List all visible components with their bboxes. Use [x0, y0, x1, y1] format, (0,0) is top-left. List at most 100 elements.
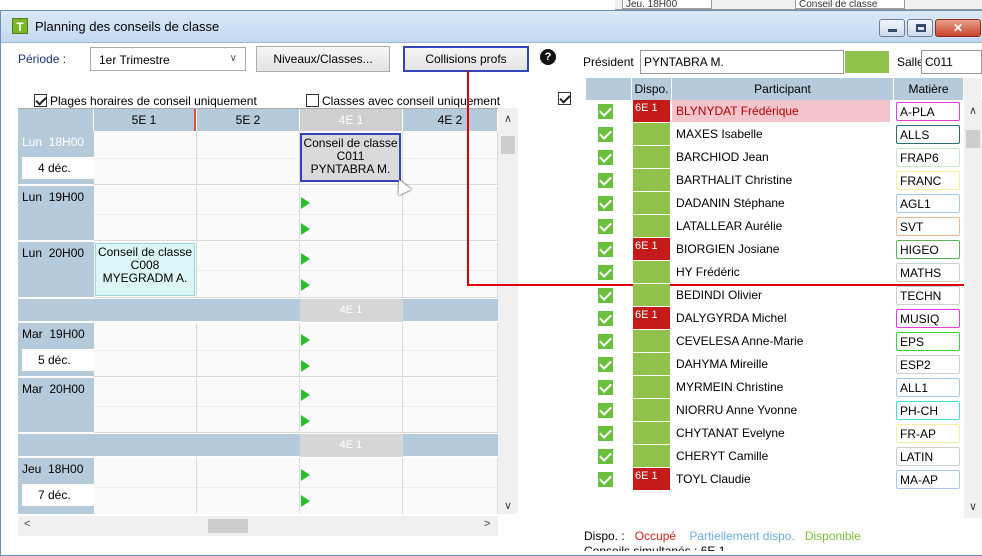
grid-cell[interactable]: [197, 378, 300, 433]
column-header[interactable]: 4E 2: [403, 109, 498, 131]
participant-row[interactable]: LATALLEAR Aurélie SVT: [586, 215, 982, 238]
participant-matiere: A-PLA: [896, 102, 960, 121]
scroll-up-icon[interactable]: ∧: [964, 104, 982, 117]
participants-table[interactable]: Dispo. Participant Matière 6E 1 BLYNYDAT …: [586, 78, 982, 518]
scroll-left-icon[interactable]: <: [24, 518, 30, 530]
participant-checkbox[interactable]: [598, 150, 613, 165]
scroll-up-icon[interactable]: ∧: [498, 112, 518, 125]
grid-cell[interactable]: [403, 131, 498, 185]
participants-header-participant[interactable]: Participant: [672, 78, 894, 100]
participant-checkbox[interactable]: [598, 426, 613, 441]
classes-checkbox[interactable]: [306, 94, 319, 107]
participant-checkbox[interactable]: [598, 173, 613, 188]
scroll-thumb[interactable]: [501, 136, 515, 154]
grid-cell[interactable]: [403, 186, 498, 241]
participant-row[interactable]: MYRMEIN Christine ALL1: [586, 376, 982, 399]
grid-cell[interactable]: [197, 186, 300, 241]
participants-header-dispo[interactable]: Dispo.: [632, 78, 672, 100]
scroll-down-icon[interactable]: ∨: [498, 499, 518, 512]
plages-checkbox[interactable]: [34, 94, 47, 107]
participant-row[interactable]: CHYTANAT Evelyne FR-AP: [586, 422, 982, 445]
grid-cell[interactable]: [197, 242, 300, 298]
separator-label: 4E 1: [300, 434, 403, 457]
grid-half-line: [197, 487, 299, 488]
grid-cell[interactable]: [197, 458, 300, 514]
column-header[interactable]: 4E 1: [300, 109, 403, 131]
grid-cell[interactable]: [94, 323, 197, 377]
participant-row[interactable]: CEVELESA Anne-Marie EPS: [586, 330, 982, 353]
participant-checkbox[interactable]: [598, 104, 613, 119]
grid-cell[interactable]: [94, 378, 197, 433]
periode-select[interactable]: 1er Trimestre ∨: [90, 47, 246, 71]
event-conseil-selected[interactable]: Conseil de classe C011 PYNTABRA M.: [300, 133, 401, 182]
participant-checkbox[interactable]: [598, 288, 613, 303]
minimize-button[interactable]: [879, 19, 905, 37]
participant-checkbox[interactable]: [598, 357, 613, 372]
time-row-label: Lun 18H00 4 déc.: [18, 131, 94, 185]
grid-cell[interactable]: [300, 323, 403, 377]
participant-checkbox[interactable]: [598, 196, 613, 211]
participant-checkbox[interactable]: [598, 265, 613, 280]
scroll-right-icon[interactable]: >: [484, 518, 490, 530]
grid-cell[interactable]: [403, 323, 498, 377]
participants-vertical-scrollbar[interactable]: ∧ ∨: [964, 100, 982, 518]
participant-row[interactable]: NIORRU Anne Yvonne PH-CH: [586, 399, 982, 422]
grid-cell[interactable]: [197, 131, 300, 185]
participant-row[interactable]: 6E 1 BLYNYDAT Frédérique A-PLA: [586, 100, 982, 123]
participant-row[interactable]: 6E 1 DALYGYRDA Michel MUSIQ: [586, 307, 982, 330]
scroll-thumb[interactable]: [966, 130, 980, 148]
grid-cell[interactable]: [300, 378, 403, 433]
niveaux-classes-button[interactable]: Niveaux/Classes...: [256, 46, 390, 72]
participant-checkbox[interactable]: [598, 449, 613, 464]
participant-row[interactable]: BARTHALIT Christine FRANC: [586, 169, 982, 192]
grid-cell[interactable]: [300, 458, 403, 514]
salle-label: Salle: [897, 55, 924, 69]
participant-checkbox[interactable]: [598, 472, 613, 487]
dispo-legend: Dispo. : Occupé Partiellement dispo. Dis…: [584, 529, 861, 551]
flag-icon: [301, 197, 310, 209]
grid-cell[interactable]: [300, 242, 403, 298]
participant-checkbox[interactable]: [598, 311, 613, 326]
column-header[interactable]: 5E 1: [94, 109, 196, 131]
grid-cell[interactable]: [403, 242, 498, 298]
participant-row[interactable]: DADANIN Stéphane AGL1: [586, 192, 982, 215]
participant-row[interactable]: DAHYMA Mireille ESP2: [586, 353, 982, 376]
grid-cell[interactable]: [94, 131, 197, 185]
participant-row[interactable]: BEDINDI Olivier TECHN: [586, 284, 982, 307]
close-button[interactable]: ✕: [935, 19, 981, 37]
event-president: MYEGRADM A.: [102, 271, 188, 285]
participants-header-matiere[interactable]: Matière: [894, 78, 964, 100]
grid-cell[interactable]: [403, 378, 498, 433]
collisions-profs-button[interactable]: Collisions profs: [403, 46, 529, 72]
participant-row[interactable]: 6E 1 BIORGIEN Josiane HIGEO: [586, 238, 982, 261]
grid-vertical-scrollbar[interactable]: ∧ ∨: [498, 108, 518, 514]
participant-checkbox[interactable]: [598, 380, 613, 395]
title-bar[interactable]: T Planning des conseils de classe ✕: [1, 11, 982, 43]
participant-checkbox[interactable]: [598, 334, 613, 349]
participant-row[interactable]: BARCHIOD Jean FRAP6: [586, 146, 982, 169]
scroll-thumb[interactable]: [208, 519, 248, 533]
maximize-button[interactable]: [907, 19, 933, 37]
planning-grid[interactable]: 5E 1 5E 2 4E 1 4E 2 Lun 18H00 4 déc. Lun…: [18, 108, 498, 514]
participant-row[interactable]: 6E 1 TOYL Claudie MA-AP: [586, 468, 982, 491]
participant-checkbox[interactable]: [598, 242, 613, 257]
grid-cell[interactable]: [197, 323, 300, 377]
participants-select-all-checkbox[interactable]: [558, 92, 571, 105]
column-header[interactable]: 5E 2: [197, 109, 300, 131]
salle-field[interactable]: C011: [921, 50, 982, 74]
participant-checkbox[interactable]: [598, 403, 613, 418]
event-conseil[interactable]: Conseil de classe C008 MYEGRADM A.: [95, 243, 195, 296]
grid-cell[interactable]: [403, 458, 498, 514]
participant-row[interactable]: CHERYT Camille LATIN: [586, 445, 982, 468]
participant-row[interactable]: MAXES Isabelle ALLS: [586, 123, 982, 146]
grid-horizontal-scrollbar[interactable]: < >: [18, 516, 498, 536]
president-field[interactable]: PYNTABRA M.: [640, 50, 844, 74]
participant-checkbox[interactable]: [598, 219, 613, 234]
help-icon[interactable]: ?: [540, 49, 556, 65]
grid-cell[interactable]: [300, 186, 403, 241]
participant-checkbox[interactable]: [598, 127, 613, 142]
participant-row[interactable]: HY Frédéric MATHS: [586, 261, 982, 284]
scroll-down-icon[interactable]: ∨: [964, 500, 982, 513]
grid-cell[interactable]: [94, 186, 197, 241]
grid-cell[interactable]: [94, 458, 197, 514]
